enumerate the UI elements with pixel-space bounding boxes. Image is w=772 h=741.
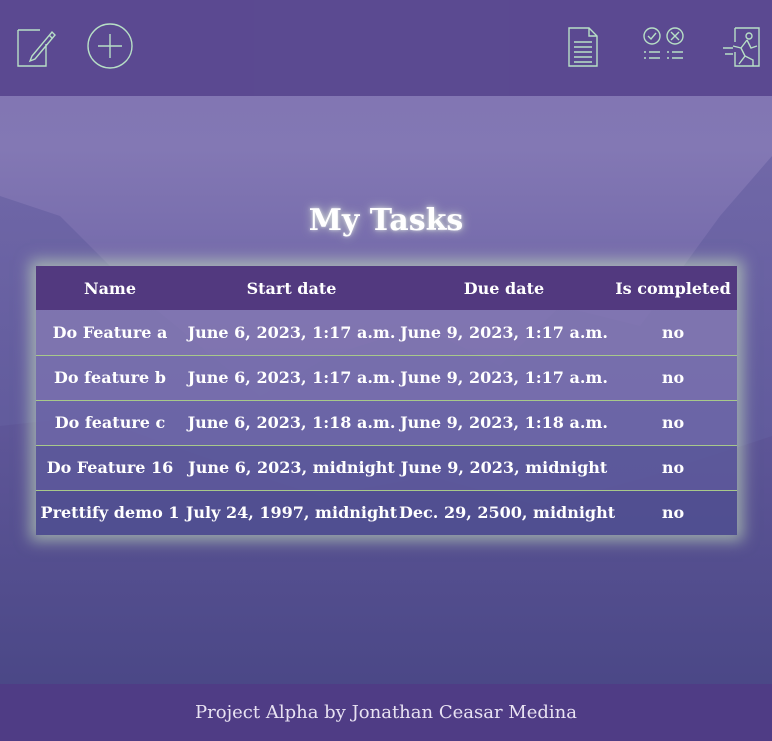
is-completed-cell: no	[661, 368, 685, 387]
start-date-cell: June 6, 2023, 1:17 a.m.	[187, 368, 396, 387]
tasks-table: Name Start date Due date Is completed Do…	[36, 266, 737, 535]
column-header-name: Name	[83, 278, 137, 298]
footer-bar: Project Alpha by Jonathan Ceasar Medina	[0, 684, 772, 741]
logout-runner-icon[interactable]	[717, 20, 769, 72]
table-row: Do feature b June 6, 2023, 1:17 a.m. Jun…	[36, 355, 737, 400]
table-header-row: Name Start date Due date Is completed	[36, 266, 737, 310]
table-row: Do Feature 16 June 6, 2023, midnight Jun…	[36, 445, 737, 490]
due-date-cell: June 9, 2023, 1:17 a.m.	[400, 368, 608, 387]
table-row: Prettify demo 1 July 24, 1997, midnight …	[36, 490, 737, 535]
start-date-cell: July 24, 1997, midnight	[185, 503, 398, 523]
top-navigation-bar	[0, 0, 772, 96]
is-completed-cell: no	[661, 413, 685, 432]
due-date-cell: Dec. 29, 2500, midnight	[399, 503, 616, 523]
task-name-cell: Do feature c	[54, 413, 166, 432]
due-date-cell: June 9, 2023, 1:18 a.m.	[400, 413, 608, 432]
task-name-cell: Do feature b	[54, 368, 166, 387]
footer-credit: Project Alpha by Jonathan Ceasar Medina	[195, 702, 577, 723]
add-circle-icon[interactable]	[84, 20, 136, 72]
checklist-icon[interactable]	[637, 20, 689, 72]
column-header-due-date: Due date	[463, 278, 545, 298]
due-date-cell: June 9, 2023, midnight	[400, 458, 608, 477]
page-title: My Tasks	[308, 203, 464, 238]
tasks-table-container: Name Start date Due date Is completed Do…	[36, 266, 737, 535]
start-date-cell: June 6, 2023, 1:18 a.m.	[187, 413, 396, 432]
is-completed-cell: no	[661, 503, 685, 523]
task-name-cell: Prettify demo 1	[40, 503, 180, 523]
start-date-cell: June 6, 2023, 1:17 a.m.	[187, 322, 396, 342]
task-name-cell: Do Feature a	[52, 322, 168, 342]
document-icon[interactable]	[557, 20, 609, 72]
table-row: Do Feature a June 6, 2023, 1:17 a.m. Jun…	[36, 310, 737, 355]
column-header-is-completed: Is completed	[615, 278, 731, 298]
edit-icon[interactable]	[8, 20, 60, 72]
task-name-cell: Do Feature 16	[46, 458, 174, 477]
table-row: Do feature c June 6, 2023, 1:18 a.m. Jun…	[36, 400, 737, 445]
is-completed-cell: no	[661, 458, 685, 477]
column-header-start-date: Start date	[246, 278, 337, 298]
due-date-cell: June 9, 2023, 1:17 a.m.	[400, 322, 608, 342]
is-completed-cell: no	[661, 322, 685, 342]
start-date-cell: June 6, 2023, midnight	[188, 458, 395, 477]
